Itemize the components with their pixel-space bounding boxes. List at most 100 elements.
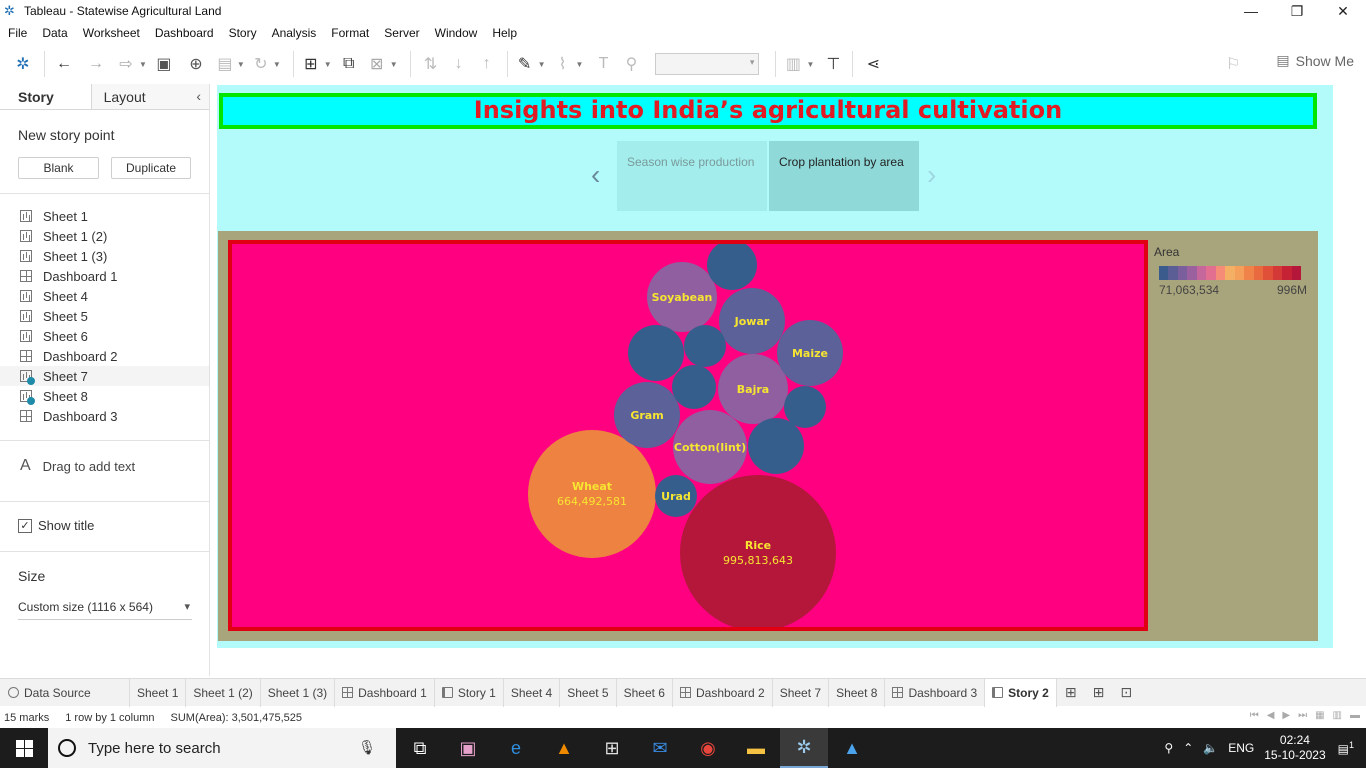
highlight-icon[interactable]: ✎ xyxy=(514,52,536,76)
show-cards-icon[interactable]: ▥ xyxy=(782,52,804,76)
new-story-tab-icon[interactable]: ⊡ xyxy=(1112,679,1140,707)
photo-app-icon[interactable]: ▣ xyxy=(444,728,492,768)
sort-ascending-icon[interactable]: ↓ xyxy=(445,52,473,76)
sheet-tab[interactable]: Story 2 xyxy=(985,678,1057,707)
group-members-icon[interactable]: ⌇ xyxy=(552,52,574,76)
start-button[interactable] xyxy=(0,728,48,768)
size-dropdown[interactable]: Custom size (1116 x 564) xyxy=(18,600,192,620)
sheet-tab[interactable]: Dashboard 1 xyxy=(335,678,435,707)
people-icon[interactable]: ⚲ xyxy=(1164,741,1173,755)
sheet-list-item[interactable]: Dashboard 3 xyxy=(0,406,209,426)
bubble-mark[interactable] xyxy=(784,386,826,428)
presentation-mode-icon[interactable]: ⊤ xyxy=(820,52,846,76)
legend-gradient[interactable] xyxy=(1159,266,1302,280)
sheet-list-item[interactable]: Dashboard 2 xyxy=(0,346,209,366)
bubble-mark-wheat[interactable] xyxy=(528,430,656,558)
new-data-source-icon[interactable]: ⊕ xyxy=(183,52,209,76)
first-sheet-icon[interactable]: ⏮ xyxy=(1250,710,1259,721)
previous-story-point-icon[interactable]: ‹ xyxy=(591,159,600,191)
sheet-list-item[interactable]: Sheet 1 (2) xyxy=(0,226,209,246)
blank-button[interactable]: Blank xyxy=(18,157,99,179)
show-me-button[interactable]: ▤ Show Me xyxy=(1276,52,1354,69)
sheet-tab[interactable]: Sheet 1 (3) xyxy=(261,678,336,707)
menu-worksheet[interactable]: Worksheet xyxy=(83,26,140,40)
sheet-list-item[interactable]: Sheet 4 xyxy=(0,286,209,306)
mail-icon[interactable]: ✉ xyxy=(636,728,684,768)
tab-story[interactable]: Story xyxy=(0,84,92,109)
pause-updates-icon[interactable]: ▤ xyxy=(215,52,235,76)
show-mark-labels-icon[interactable]: T xyxy=(589,52,617,76)
minimize-button[interactable]: — xyxy=(1228,0,1274,22)
sheet-tab[interactable]: Sheet 8 xyxy=(829,678,886,707)
task-view-icon[interactable]: ⧉ xyxy=(396,728,444,768)
pause-dropdown-icon[interactable]: ▼ xyxy=(237,60,245,69)
close-button[interactable]: ✕ xyxy=(1320,0,1366,22)
language-indicator[interactable]: ENG xyxy=(1228,741,1254,755)
swap-rows-columns-icon[interactable]: ⇅ xyxy=(417,52,445,76)
edge-icon[interactable]: e xyxy=(492,728,540,768)
new-worksheet-dropdown-icon[interactable]: ▼ xyxy=(324,60,332,69)
menu-file[interactable]: File xyxy=(8,26,27,40)
story-point-crop-plantation[interactable]: Crop plantation by area xyxy=(769,141,919,211)
show-cards-dropdown-icon[interactable]: ▼ xyxy=(806,60,814,69)
bubble-mark[interactable] xyxy=(672,365,716,409)
duplicate-button[interactable]: Duplicate xyxy=(111,157,191,179)
redo-icon[interactable]: → xyxy=(83,52,109,76)
restore-button[interactable]: ❐ xyxy=(1274,0,1320,22)
show-title-checkbox[interactable]: ✓ Show title xyxy=(0,518,209,533)
sheet-tab[interactable]: Sheet 5 xyxy=(560,678,617,707)
clear-sheet-icon[interactable]: ⊠ xyxy=(366,52,388,76)
menu-format[interactable]: Format xyxy=(331,26,369,40)
vlc-icon[interactable]: ▲ xyxy=(540,728,588,768)
fit-dropdown[interactable] xyxy=(655,53,760,75)
sheet-list-item[interactable]: Sheet 8 xyxy=(0,386,209,406)
replay-icon[interactable]: ⇨ xyxy=(115,52,137,76)
menu-server[interactable]: Server xyxy=(384,26,419,40)
tabs-icon[interactable]: ▬ xyxy=(1350,710,1360,721)
format-painter-icon[interactable]: ⚐ xyxy=(1226,54,1240,74)
sheet-tab[interactable]: Dashboard 2 xyxy=(673,678,773,707)
group-dropdown-icon[interactable]: ▼ xyxy=(576,60,584,69)
menu-help[interactable]: Help xyxy=(492,26,517,40)
sort-descending-icon[interactable]: ↑ xyxy=(473,52,501,76)
menu-story[interactable]: Story xyxy=(229,26,257,40)
clock[interactable]: 02:24 15-10-2023 xyxy=(1264,733,1325,763)
fix-axes-icon[interactable]: ⚲ xyxy=(617,52,645,76)
collapse-pane-icon[interactable]: ‹ xyxy=(196,88,201,104)
menu-analysis[interactable]: Analysis xyxy=(272,26,317,40)
sheet-list-item[interactable]: Sheet 1 xyxy=(0,206,209,226)
share-icon[interactable]: ⋖ xyxy=(859,52,887,76)
refresh-icon[interactable]: ↻ xyxy=(251,52,271,76)
sheet-tab[interactable]: Sheet 6 xyxy=(617,678,673,707)
menu-data[interactable]: Data xyxy=(42,26,67,40)
sheet-list-item[interactable]: Sheet 5 xyxy=(0,306,209,326)
photos-icon[interactable]: ▲ xyxy=(828,728,876,768)
sheet-tab[interactable]: Sheet 1 (2) xyxy=(186,678,261,707)
bubble-mark[interactable] xyxy=(707,244,757,290)
notifications-icon[interactable]: ▤1 xyxy=(1338,740,1354,756)
last-sheet-icon[interactable]: ⏭ xyxy=(1298,710,1307,721)
replay-dropdown-icon[interactable]: ▼ xyxy=(139,60,147,69)
next-story-point-icon[interactable]: › xyxy=(927,159,936,191)
menu-dashboard[interactable]: Dashboard xyxy=(155,26,214,40)
bubble-mark[interactable] xyxy=(748,418,804,474)
duplicate-sheet-icon[interactable]: ⧉ xyxy=(338,52,360,76)
tableau-home-icon[interactable]: ✲ xyxy=(8,52,38,76)
sheet-sorter-icon[interactable]: ▦ xyxy=(1315,710,1324,721)
bubble-mark[interactable] xyxy=(628,325,684,381)
sheet-tab[interactable]: Sheet 1 xyxy=(130,678,187,707)
sheet-tab[interactable]: Dashboard 3 xyxy=(885,678,986,707)
volume-icon[interactable]: 🔈 xyxy=(1203,741,1218,755)
bubble-mark[interactable] xyxy=(684,325,726,367)
sheet-list-item[interactable]: Sheet 7 xyxy=(0,366,209,386)
prev-sheet-icon[interactable]: ◀ xyxy=(1267,710,1275,721)
next-sheet-icon[interactable]: ▶ xyxy=(1282,710,1290,721)
show-hidden-icons[interactable]: ⌃ xyxy=(1183,741,1193,755)
sheet-list-item[interactable]: Sheet 1 (3) xyxy=(0,246,209,266)
story-point-season-wise[interactable]: Season wise production xyxy=(617,141,767,211)
file-explorer-icon[interactable]: ▬ xyxy=(732,728,780,768)
microphone-icon[interactable]: 🎙 xyxy=(358,739,376,756)
store-icon[interactable]: ⊞ xyxy=(588,728,636,768)
save-icon[interactable]: ▣ xyxy=(153,52,175,76)
taskbar-search[interactable]: Type here to search 🎙 xyxy=(48,728,396,768)
